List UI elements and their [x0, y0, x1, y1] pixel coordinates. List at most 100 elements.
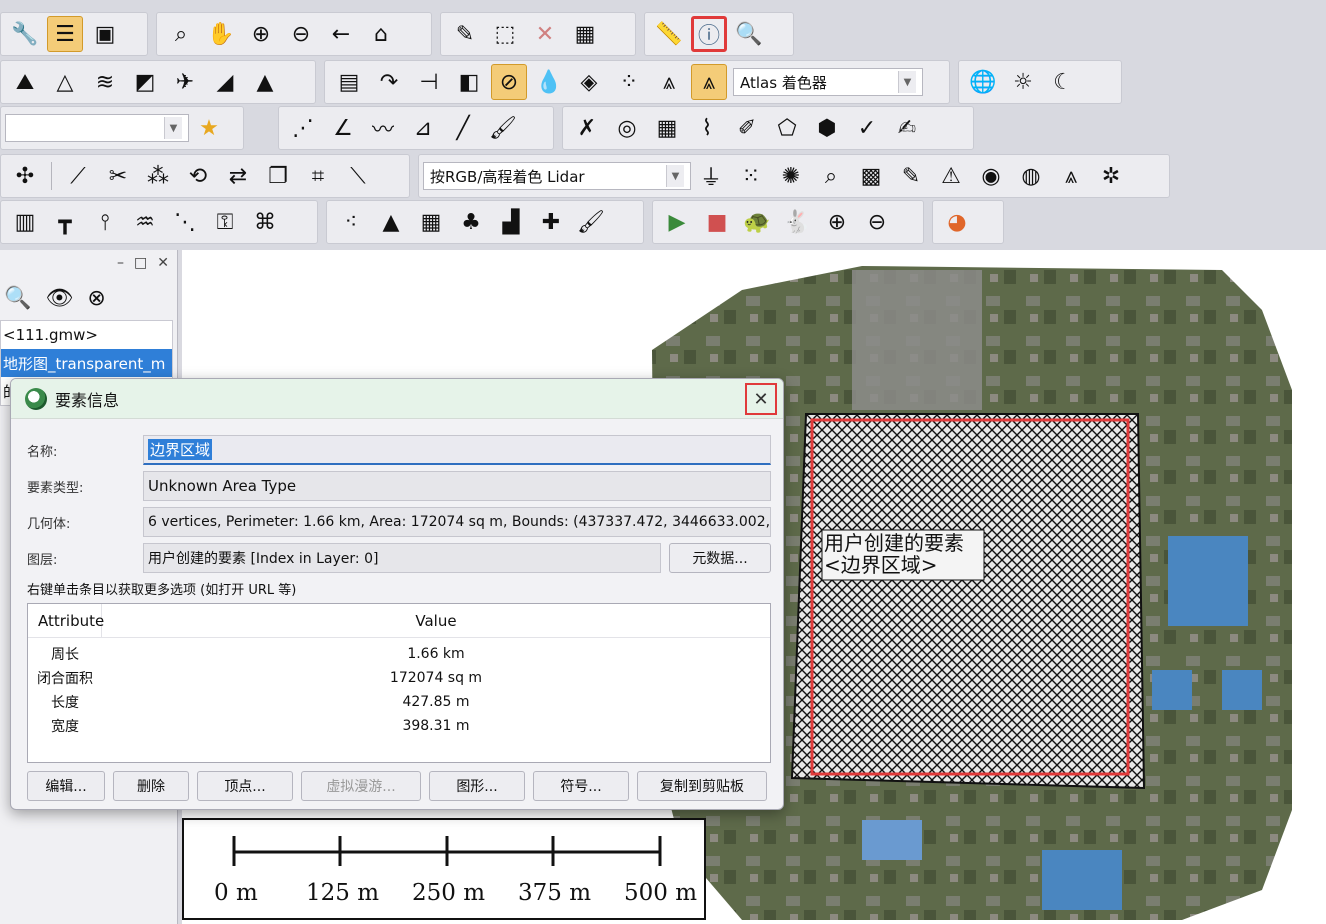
- copy-icon[interactable]: ❐: [260, 158, 296, 194]
- vertex-add-icon[interactable]: ✣: [7, 158, 43, 194]
- info-icon[interactable]: ⓘ: [691, 16, 727, 52]
- tower-icon[interactable]: ┳: [47, 204, 83, 240]
- network-icon[interactable]: ✲: [1093, 158, 1129, 194]
- move-icon[interactable]: ⇄: [220, 158, 256, 194]
- ruler-diag-icon[interactable]: ⟍: [340, 158, 376, 194]
- type-field[interactable]: Unknown Area Type: [143, 471, 771, 501]
- delete-x-icon[interactable]: ✕: [527, 16, 563, 52]
- building-icon[interactable]: ▥: [7, 204, 43, 240]
- key-icon[interactable]: ⚿: [207, 204, 243, 240]
- tree-points-icon[interactable]: ⩓: [1053, 158, 1089, 194]
- grid-slope-icon[interactable]: ⊘: [491, 64, 527, 100]
- table-row[interactable]: 宽度 398.31 m: [28, 714, 770, 738]
- ruler-icon[interactable]: 📏: [651, 16, 687, 52]
- edit-button[interactable]: 编辑...: [27, 771, 105, 801]
- mesh-icon[interactable]: ⌘: [247, 204, 283, 240]
- filter-icon[interactable]: ⏚: [693, 158, 729, 194]
- copy-to-clipboard-button[interactable]: 复制到剪贴板: [637, 771, 767, 801]
- color-points-icon[interactable]: ◉: [973, 158, 1009, 194]
- search-points-icon[interactable]: ⌕: [813, 158, 849, 194]
- shader-select[interactable]: Atlas 着色器 ▼: [733, 68, 923, 96]
- layer-field[interactable]: 用户创建的要素 [Index in Layer: 0]: [143, 543, 661, 573]
- node-icon[interactable]: ⁂: [140, 158, 176, 194]
- view-layer-icon[interactable]: 👁: [45, 286, 73, 311]
- table-icon[interactable]: ▤: [331, 64, 367, 100]
- grid-select-icon[interactable]: ▦: [567, 16, 603, 52]
- hill-icon[interactable]: ▲: [247, 64, 283, 100]
- target-icon[interactable]: ◎: [609, 110, 645, 146]
- layer-item-terrain[interactable]: 地形图_transparent_m: [1, 349, 172, 377]
- graphics-button[interactable]: 图形...: [429, 771, 525, 801]
- home-icon[interactable]: ⌂: [363, 16, 399, 52]
- dialog-titlebar[interactable]: 要素信息 ✕: [11, 379, 783, 419]
- virtual-tour-button[interactable]: 虚拟漫游...: [301, 771, 421, 801]
- find-icon[interactable]: 🔍: [731, 16, 767, 52]
- pencil-icon[interactable]: ✎: [447, 16, 483, 52]
- feature-edit-icon[interactable]: ✐: [729, 110, 765, 146]
- zoom-out-icon[interactable]: ⊖: [283, 16, 319, 52]
- area-edit-icon[interactable]: ⊿: [405, 110, 441, 146]
- moon-icon[interactable]: ☾: [1045, 64, 1081, 100]
- paint-icon[interactable]: 🖌: [573, 204, 609, 240]
- water-drop-icon[interactable]: 💧: [531, 64, 567, 100]
- map-color-icon[interactable]: ◩: [127, 64, 163, 100]
- metadata-button[interactable]: 元数据...: [669, 543, 771, 573]
- maximize-icon[interactable]: □: [134, 255, 147, 271]
- layers-icon[interactable]: ☰: [47, 16, 83, 52]
- globe-icon[interactable]: 🌐: [965, 64, 1001, 100]
- triangle-icon[interactable]: ⚠: [933, 158, 969, 194]
- puzzle-icon[interactable]: ✚: [533, 204, 569, 240]
- turtle-icon[interactable]: 🐢: [739, 204, 775, 240]
- rotate-icon[interactable]: ⟲: [180, 158, 216, 194]
- remove-layer-icon[interactable]: ⊗: [87, 286, 105, 311]
- slope-icon[interactable]: ◢: [207, 64, 243, 100]
- table-row[interactable]: 闭合面积 172074 sq m: [28, 666, 770, 690]
- polyline-icon[interactable]: 〰: [365, 110, 401, 146]
- play-icon[interactable]: ▶: [659, 204, 695, 240]
- water-drop2-icon[interactable]: ◈: [571, 64, 607, 100]
- line-split-icon[interactable]: ⟋: [60, 158, 96, 194]
- coord-icon[interactable]: ✗: [569, 110, 605, 146]
- star-icon[interactable]: ★: [191, 110, 227, 146]
- edit-points-icon[interactable]: ✎: [893, 158, 929, 194]
- crop-icon[interactable]: ⌗: [300, 158, 336, 194]
- dots-icon[interactable]: ⋱: [167, 204, 203, 240]
- vertices-button[interactable]: 顶点...: [197, 771, 293, 801]
- find-layer-icon[interactable]: 🔍: [4, 286, 31, 311]
- table-row[interactable]: 周长 1.66 km: [28, 642, 770, 666]
- rabbit-icon[interactable]: 🐇: [779, 204, 815, 240]
- terrain-icon[interactable]: △: [47, 64, 83, 100]
- grid-points-icon[interactable]: ▩: [853, 158, 889, 194]
- water-icon[interactable]: ♒: [127, 204, 163, 240]
- table-row[interactable]: 长度 427.85 m: [28, 690, 770, 714]
- column-header-value[interactable]: Value: [102, 612, 770, 630]
- brush-icon[interactable]: 🖌: [485, 110, 521, 146]
- sun-icon[interactable]: ☼: [1005, 64, 1041, 100]
- lidar-select[interactable]: 按RGB/高程着色 Lidar ▼: [423, 162, 691, 190]
- flag-terrain-icon[interactable]: ⛰: [7, 64, 43, 100]
- select-dashed-icon[interactable]: ⬚: [487, 16, 523, 52]
- layer-select[interactable]: ▼: [5, 114, 189, 142]
- classify-icon[interactable]: ✺: [773, 158, 809, 194]
- close-icon[interactable]: ✕: [157, 255, 169, 271]
- digitize-icon[interactable]: ⋰: [285, 110, 321, 146]
- line-tool-icon[interactable]: ╱: [445, 110, 481, 146]
- minimize-icon[interactable]: –: [117, 255, 124, 271]
- pie-icon[interactable]: ◕: [939, 204, 975, 240]
- mountain-active-icon[interactable]: ⩓: [691, 64, 727, 100]
- stop-icon[interactable]: ■: [699, 204, 735, 240]
- scatter-icon[interactable]: ⁖: [333, 204, 369, 240]
- measure-icon[interactable]: ⊣: [411, 64, 447, 100]
- zoom-in-icon[interactable]: ⊕: [243, 16, 279, 52]
- satellite-icon[interactable]: ✈: [167, 64, 203, 100]
- merge-icon[interactable]: ⬢: [809, 110, 845, 146]
- mountain-dark-icon[interactable]: ▲: [373, 204, 409, 240]
- geometry-field[interactable]: 6 vertices, Perimeter: 1.66 km, Area: 17…: [143, 507, 771, 537]
- arrow-curve-icon[interactable]: ↷: [371, 64, 407, 100]
- mountain-icon[interactable]: ⩓: [651, 64, 687, 100]
- pan-hand-icon[interactable]: ✋: [203, 16, 239, 52]
- tree-icon[interactable]: ♣: [453, 204, 489, 240]
- contour-icon[interactable]: ≋: [87, 64, 123, 100]
- polygon-paint-icon[interactable]: ⬠: [769, 110, 805, 146]
- column-header-attribute[interactable]: Attribute: [28, 604, 104, 637]
